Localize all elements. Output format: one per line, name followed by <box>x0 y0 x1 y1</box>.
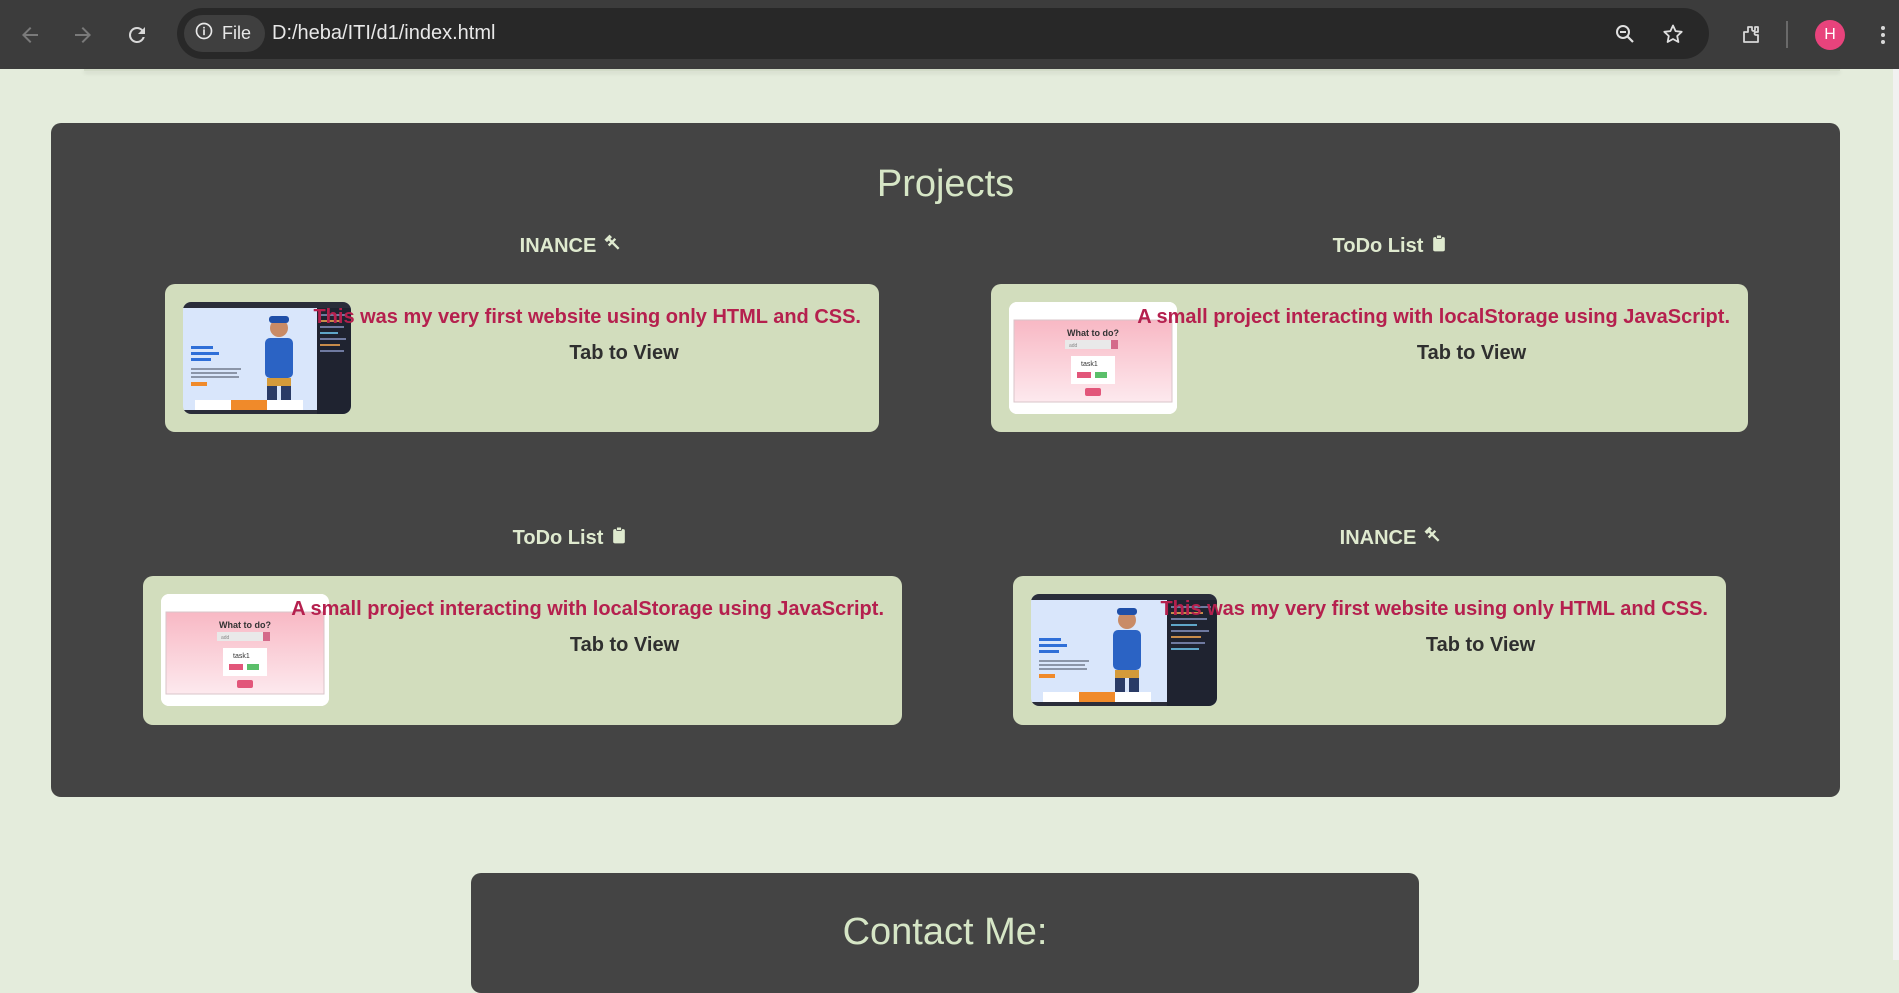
kebab-menu-icon[interactable] <box>1868 17 1898 53</box>
site-chip-label: File <box>222 23 252 43</box>
project-title-text: ToDo List <box>1332 234 1424 257</box>
clipboard-icon <box>609 525 629 551</box>
previous-section-edge <box>84 69 1840 71</box>
hammer-icon <box>602 233 622 259</box>
contact-heading: Contact Me: <box>842 911 1048 953</box>
hammer-icon <box>1422 525 1442 551</box>
thumb-task: task1 <box>1081 361 1098 368</box>
projects-heading: Projects <box>876 163 1015 205</box>
thumb-heading: What to do? <box>1067 328 1119 338</box>
zoom-out-icon[interactable] <box>1610 19 1640 49</box>
site-info-chip[interactable]: File <box>184 15 266 52</box>
reload-icon[interactable] <box>119 17 155 53</box>
project-description: A small project interacting with localSt… <box>1137 306 1730 328</box>
browser-toolbar: File D:/heba/ITI/d1/index.html H <box>0 0 1899 69</box>
project-title-text: ToDo List <box>512 526 604 549</box>
project-description: A small project interacting with localSt… <box>291 598 884 620</box>
forward-arrow-icon[interactable] <box>65 17 101 53</box>
page-scrollbar[interactable] <box>1893 69 1899 960</box>
thumb-input: add <box>221 635 230 641</box>
extensions-icon[interactable] <box>1733 17 1769 53</box>
url-text[interactable]: D:/heba/ITI/d1/index.html <box>272 8 495 59</box>
back-arrow-icon[interactable] <box>12 17 48 53</box>
contact-section: Contact Me: <box>471 873 1419 993</box>
profile-avatar[interactable]: H <box>1815 20 1845 50</box>
tab-to-view-link[interactable]: Tab to View <box>369 342 879 365</box>
thumb-task: task1 <box>233 653 250 660</box>
info-icon <box>194 21 214 46</box>
project-card-todo[interactable]: What to do? add task1 A small project in… <box>991 284 1748 432</box>
project-title-todo: ToDo List <box>1211 231 1571 261</box>
toolbar-separator <box>1786 21 1788 48</box>
project-description: This was my very first website using onl… <box>313 306 861 328</box>
project-title-text: INANCE <box>1339 526 1417 549</box>
star-icon[interactable] <box>1658 19 1688 49</box>
thumb-heading: What to do? <box>219 620 271 630</box>
thumb-input: add <box>1069 343 1078 349</box>
projects-section: Projects INANCE This was my very first w… <box>51 123 1840 797</box>
project-description: This was my very first website using onl… <box>1160 598 1708 620</box>
project-title-text: INANCE <box>519 234 597 257</box>
address-bar[interactable]: File D:/heba/ITI/d1/index.html <box>177 8 1709 59</box>
project-title-inance: INANCE <box>1211 523 1571 553</box>
tab-to-view-link[interactable]: Tab to View <box>1195 342 1748 365</box>
project-card-todo[interactable]: What to do? add task1 A small project in… <box>143 576 902 725</box>
tab-to-view-link[interactable]: Tab to View <box>347 634 902 657</box>
project-title-todo: ToDo List <box>391 523 751 553</box>
project-card-inance[interactable]: This was my very first website using onl… <box>165 284 879 432</box>
clipboard-icon <box>1429 233 1449 259</box>
project-title-inance: INANCE <box>391 231 751 261</box>
project-card-inance[interactable]: This was my very first website using onl… <box>1013 576 1726 725</box>
tab-to-view-link[interactable]: Tab to View <box>1235 634 1726 657</box>
